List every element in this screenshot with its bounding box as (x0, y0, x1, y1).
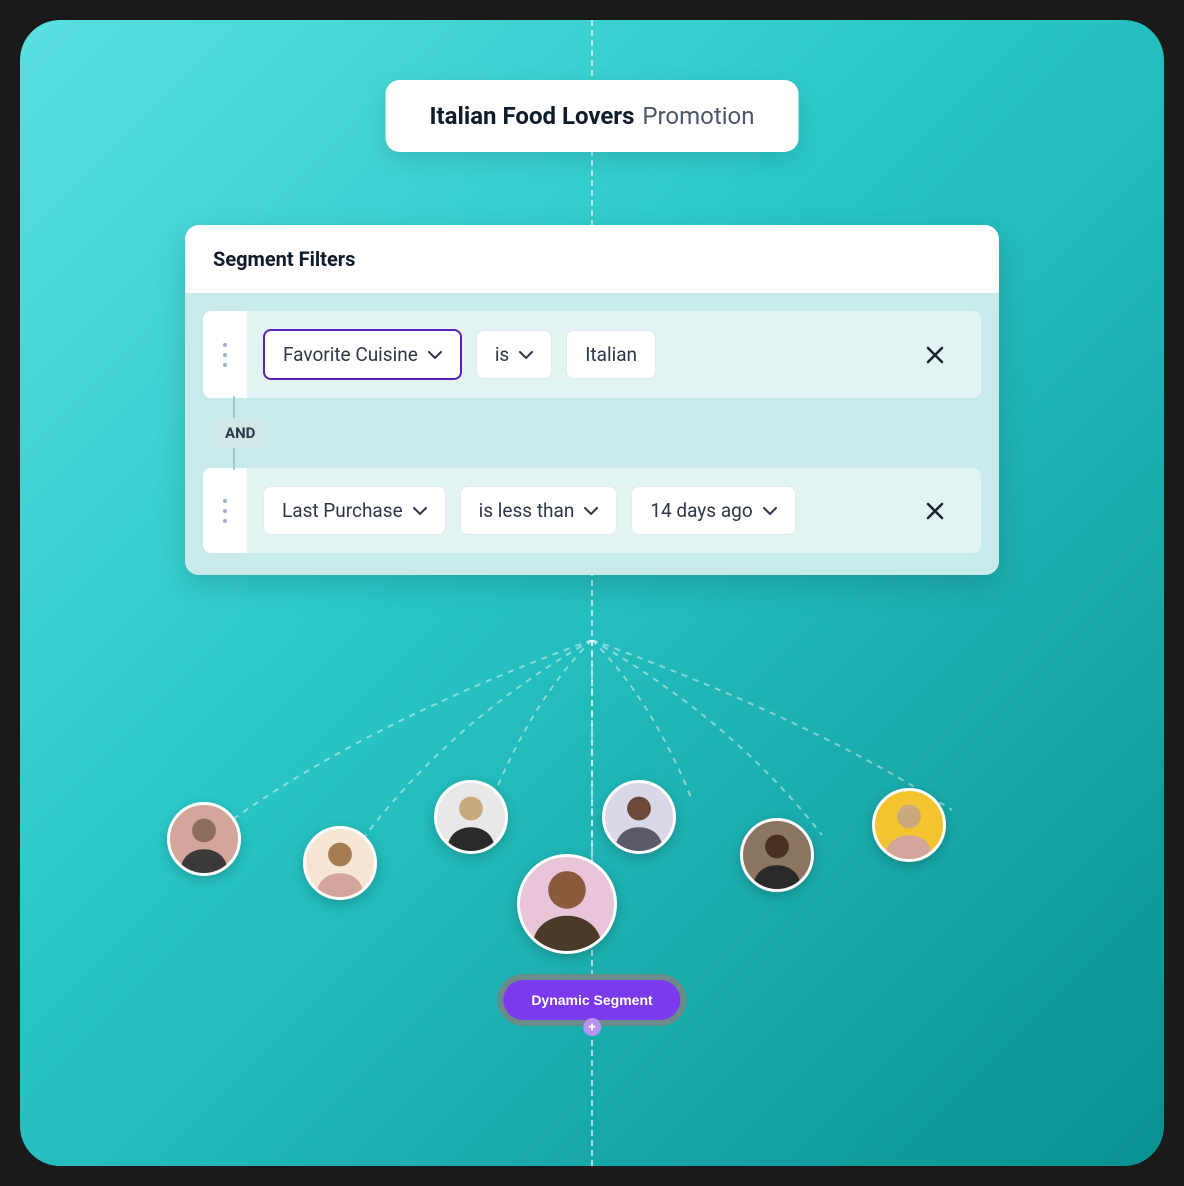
chevron-down-icon (584, 507, 598, 515)
filter-content: Last Purchase is less than 14 days ago (247, 468, 981, 553)
avatar (517, 854, 617, 954)
chevron-down-icon (413, 507, 427, 515)
filter-row: Favorite Cuisine is Italian (203, 311, 981, 398)
filter-value-input[interactable]: Italian (566, 330, 656, 379)
campaign-title-light: Promotion (642, 102, 754, 130)
dynamic-segment-outer: Dynamic Segment + (497, 974, 686, 1026)
chevron-down-icon (428, 351, 442, 359)
filters-header: Segment Filters (185, 225, 999, 293)
drag-handle-icon[interactable] (203, 468, 247, 553)
segment-filters-card: Segment Filters Favorite Cuisine is (185, 225, 999, 575)
avatar (303, 826, 377, 900)
chevron-down-icon (519, 351, 533, 359)
chevron-down-icon (763, 507, 777, 515)
filter-operator-select[interactable]: is (476, 330, 552, 379)
filter-content: Favorite Cuisine is Italian (247, 311, 981, 398)
avatar (740, 818, 814, 892)
filter-connector: AND (203, 398, 981, 468)
remove-filter-button[interactable] (917, 337, 953, 373)
dynamic-segment-button[interactable]: Dynamic Segment (503, 980, 680, 1020)
remove-filter-button[interactable] (917, 493, 953, 529)
filter-field-label: Last Purchase (282, 499, 403, 522)
filters-body: Favorite Cuisine is Italian (185, 293, 999, 575)
avatar (434, 780, 508, 854)
avatar (872, 788, 946, 862)
filter-row: Last Purchase is less than 14 days ago (203, 468, 981, 553)
avatar (602, 780, 676, 854)
filter-value-label: 14 days ago (650, 499, 752, 522)
add-node-button[interactable]: + (583, 1018, 601, 1036)
dynamic-segment-node: Dynamic Segment + (497, 974, 686, 1026)
campaign-title-chip: Italian Food Lovers Promotion (386, 80, 799, 152)
filter-value-select[interactable]: 14 days ago (631, 486, 795, 535)
campaign-title-bold: Italian Food Lovers (430, 102, 635, 130)
filter-operator-label: is (495, 343, 509, 366)
filter-field-select[interactable]: Last Purchase (263, 486, 446, 535)
filter-field-label: Favorite Cuisine (283, 343, 418, 366)
filter-field-select[interactable]: Favorite Cuisine (263, 329, 462, 380)
filter-value-label: Italian (585, 343, 637, 366)
canvas: Italian Food Lovers Promotion Segment Fi… (20, 20, 1164, 1166)
avatar (167, 802, 241, 876)
connector-badge[interactable]: AND (213, 418, 267, 448)
filter-operator-select[interactable]: is less than (460, 486, 618, 535)
filter-operator-label: is less than (479, 499, 575, 522)
drag-handle-icon[interactable] (203, 311, 247, 398)
